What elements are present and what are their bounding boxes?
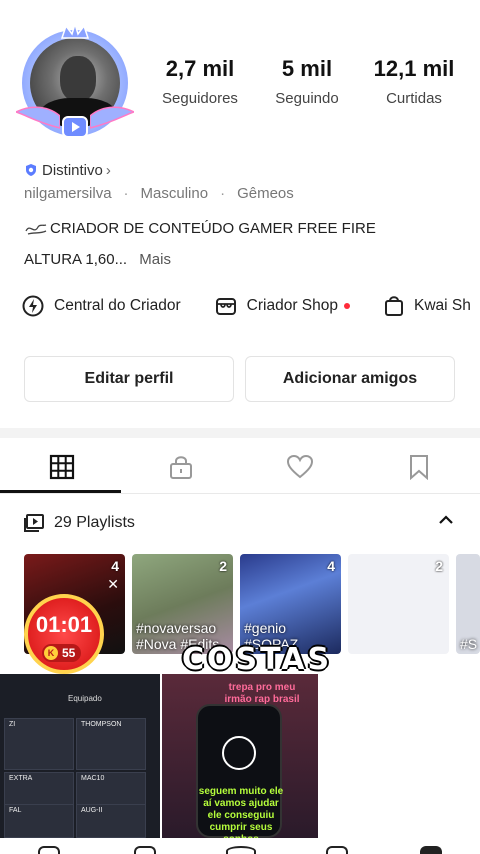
video-thumbnail[interactable]: trepa pro meu irmão rap brasil seguem mu… [162, 674, 318, 845]
more-link[interactable]: Mais [139, 251, 171, 268]
video-caption-top: trepa pro meu irmão rap brasil [224, 682, 300, 705]
gender: Masculino [140, 185, 209, 202]
tab-grid[interactable] [47, 452, 77, 482]
playlist-item[interactable]: 2 #novaversao #Nova #Edits [132, 554, 233, 654]
following-label: Seguindo [275, 90, 339, 107]
signature-icon [25, 223, 47, 235]
close-icon[interactable]: ✕ [107, 576, 119, 593]
likes-count: 12,1 mil [373, 56, 455, 81]
profile-meta: nilgamersilva · Masculino · Gêmeos [24, 185, 294, 202]
wing-icon [16, 106, 60, 129]
wing-icon [90, 106, 134, 129]
likes-label: Curtidas [386, 90, 442, 107]
edit-profile-button[interactable]: Editar perfil [24, 356, 234, 402]
crown-icon [60, 22, 90, 39]
empty-slot [320, 674, 480, 838]
playlist-count: 2 [435, 558, 443, 574]
playlists-header[interactable]: 29 Playlists [24, 512, 464, 534]
weapon-label: MAC10 [81, 775, 105, 782]
playlist-icon [24, 514, 44, 532]
username: nilgamersilva [24, 185, 112, 202]
bag-icon [384, 296, 403, 316]
profile-stats: 2,7 mil Seguidores 5 mil Seguindo 12,1 m… [150, 56, 480, 116]
video-caption-bottom: seguem muito ele aí vamos ajudar ele con… [198, 786, 284, 845]
heart-icon [286, 454, 314, 479]
bio-line: CRIADOR DE CONTEÚDO GAMER FREE FIRE [24, 220, 376, 237]
profile-tabs [0, 438, 480, 494]
notification-dot [343, 303, 350, 309]
tabs-border [0, 493, 480, 494]
zodiac-sign: Gêmeos [237, 185, 294, 202]
creator-center-label: Central do Criador [54, 297, 181, 314]
following-count: 5 mil [281, 56, 333, 81]
creator-shop-label: Criador Shop [246, 297, 338, 314]
chevron-up-icon[interactable] [438, 514, 454, 526]
timer-text: 01:01 [35, 612, 93, 637]
creator-shop-link[interactable]: Criador Shop [215, 296, 350, 316]
playlist-count: 4 [111, 558, 119, 574]
shield-badge-icon [26, 164, 36, 176]
bio-text-2: ALTURA 1,60... [24, 251, 128, 268]
followers-stat[interactable]: 2,7 mil Seguidores [150, 56, 250, 107]
kwai-shop-label: Kwai Sh [413, 297, 471, 314]
bio-line-2: ALTURA 1,60... Mais [24, 251, 171, 268]
playlist-caption: #S [460, 636, 478, 652]
profile-header: 2,7 mil Seguidores 5 mil Seguindo 12,1 m… [0, 0, 480, 150]
lock-icon [170, 456, 192, 479]
reward-timer[interactable]: 01:01 55 [24, 594, 104, 674]
creator-center-link[interactable]: Central do Criador [22, 295, 181, 317]
inbox-icon[interactable] [326, 846, 348, 854]
creator-links: Central do Criador Criador Shop Kwai Sh [22, 293, 480, 319]
kwai-play-icon [62, 116, 88, 138]
shop-icon [215, 298, 236, 315]
add-friends-button[interactable]: Adicionar amigos [245, 356, 455, 402]
chevron-right-icon: › [105, 161, 111, 179]
weapon-label: EXTRA [9, 775, 33, 782]
weapon-label: ZI [9, 721, 16, 728]
home-icon[interactable] [38, 846, 60, 854]
playlist-count: 2 [219, 558, 227, 574]
weapon-label: FAL [9, 807, 22, 814]
weapon-label: THOMPSON [81, 721, 122, 728]
bookmark-icon [410, 455, 428, 480]
weapon-label: AUG-II [81, 807, 103, 814]
video-grid: Equipado ZI THOMPSON EXTRA MAC10 FAL AUG… [0, 674, 480, 845]
lightning-circle-icon [22, 295, 44, 317]
tab-saved[interactable] [404, 452, 434, 482]
tab-private[interactable] [166, 452, 196, 482]
playlist-count: 4 [327, 558, 335, 574]
bio-text: CRIADOR DE CONTEÚDO GAMER FREE FIRE [50, 220, 376, 237]
playlists-count: 29 Playlists [54, 514, 135, 531]
profile-icon[interactable] [420, 846, 442, 854]
followers-count: 2,7 mil [165, 56, 235, 81]
likes-stat[interactable]: 12,1 mil Curtidas [354, 56, 474, 107]
following-stat[interactable]: 5 mil Seguindo [262, 56, 352, 107]
grid-icon [49, 454, 75, 480]
kwai-shop-link[interactable]: Kwai Sh [384, 295, 471, 317]
discover-icon[interactable] [134, 846, 156, 854]
video-title: Equipado [68, 694, 102, 703]
playlist-item[interactable]: 4 #genio #SOPAZ [240, 554, 341, 654]
meta-separator: · [220, 185, 226, 202]
followers-label: Seguidores [162, 90, 238, 107]
badge-link[interactable]: Distintivo › [24, 160, 111, 180]
badge-label: Distintivo [42, 161, 103, 179]
tab-likes[interactable] [285, 452, 315, 482]
coin-count: 55 [42, 644, 82, 662]
avatar[interactable] [16, 22, 134, 140]
bottom-navigation [0, 838, 480, 854]
playlist-item[interactable]: #S [456, 554, 480, 654]
meta-separator: · [123, 185, 129, 202]
overlay-caption: COSTAS [182, 642, 333, 677]
playlist-item[interactable]: 2 [348, 554, 449, 654]
section-divider [0, 428, 480, 438]
create-icon[interactable] [226, 846, 256, 854]
video-thumbnail[interactable]: Equipado ZI THOMPSON EXTRA MAC10 FAL AUG… [0, 674, 160, 838]
